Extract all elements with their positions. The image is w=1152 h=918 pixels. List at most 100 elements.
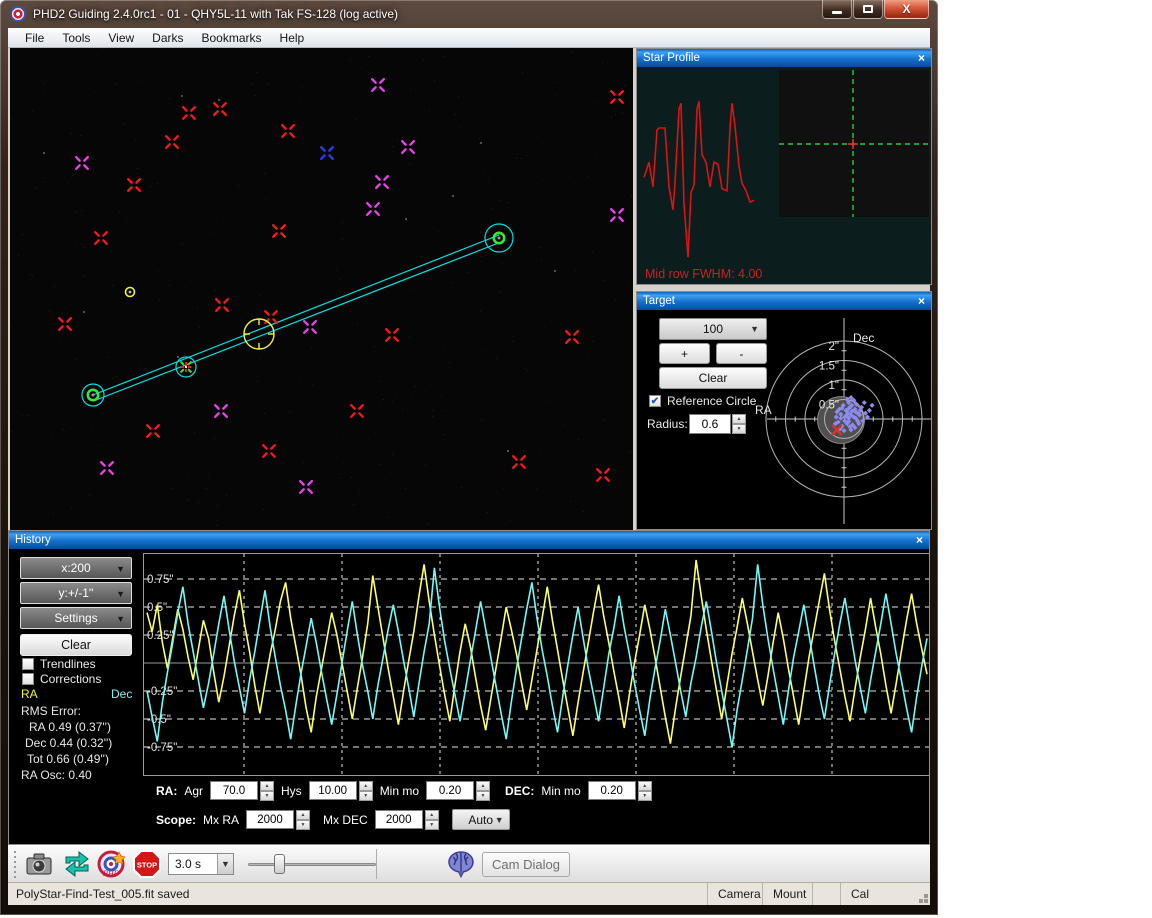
titlebar[interactable]: PHD2 Guiding 2.4.0rc1 - 01 - QHY5L-11 wi… <box>0 0 938 28</box>
corrections-checkbox[interactable] <box>22 673 34 685</box>
reference-circle-checkbox-row[interactable]: ✔ Reference Circle <box>649 394 756 408</box>
history-clear-button[interactable]: Clear <box>20 634 132 656</box>
star-marker[interactable] <box>611 91 623 103</box>
toolbar-grip[interactable] <box>14 851 16 878</box>
radius-spinner[interactable]: ▲▼ <box>732 414 746 434</box>
mxra-spinner[interactable]: ▲▼ <box>296 810 310 829</box>
cam-dialog-button[interactable]: Cam Dialog <box>482 852 570 877</box>
chevron-down-icon[interactable]: ▼ <box>217 854 233 874</box>
star-marker[interactable] <box>376 176 388 188</box>
ra-minmo-input[interactable] <box>426 781 474 800</box>
ra-minmo-spinner[interactable]: ▲▼ <box>476 781 490 800</box>
star-marker[interactable] <box>216 299 228 311</box>
target-zoom-dropdown[interactable]: 100 ▼ <box>659 318 767 340</box>
history-titlebar[interactable]: History × <box>9 531 929 549</box>
small-star-ring[interactable] <box>126 288 135 297</box>
gamma-slider[interactable] <box>248 854 376 874</box>
guide-icon[interactable]: PHD <box>96 849 126 879</box>
dec-mode-dropdown[interactable]: Auto ▼ <box>452 809 510 830</box>
star-marker[interactable] <box>611 209 623 221</box>
loop-exposures-icon[interactable] <box>62 849 92 879</box>
star-profile-titlebar[interactable]: Star Profile × <box>637 49 931 67</box>
minimize-icon <box>832 11 842 14</box>
corrections-checkbox-row[interactable]: Corrections <box>22 672 101 686</box>
client-area: Star Profile × Mid row FWHM: 4.00 Target… <box>8 48 930 905</box>
star-marker[interactable] <box>166 136 178 148</box>
hysteresis-input[interactable] <box>309 781 357 800</box>
star-marker[interactable] <box>282 125 294 137</box>
trendlines-checkbox-row[interactable]: Trendlines <box>22 657 96 671</box>
star-marker[interactable] <box>402 141 414 153</box>
star-marker[interactable] <box>566 331 578 343</box>
dec-minmo-input[interactable] <box>588 781 636 800</box>
history-settings-dropdown[interactable]: Settings▼ <box>20 607 132 629</box>
star-marker[interactable] <box>351 405 363 417</box>
star-marker[interactable] <box>59 318 71 330</box>
guide-star-marker[interactable] <box>82 384 104 406</box>
star-profile-content: Mid row FWHM: 4.00 <box>637 67 931 284</box>
menu-item-bookmarks[interactable]: Bookmarks <box>193 31 271 45</box>
spin-down-icon[interactable]: ▼ <box>732 424 746 434</box>
guide-star-marker[interactable] <box>485 224 513 252</box>
aggression-input[interactable] <box>210 781 258 800</box>
star-marker[interactable] <box>513 456 525 468</box>
target-zoom-out-button[interactable]: - <box>716 343 767 364</box>
mxdec-spinner[interactable]: ▲▼ <box>425 810 439 829</box>
slider-track[interactable] <box>248 863 376 866</box>
star-marker[interactable] <box>183 107 195 119</box>
toolbar-separator <box>376 849 377 879</box>
resize-grip-icon[interactable] <box>924 899 928 903</box>
menu-item-file[interactable]: File <box>16 31 53 45</box>
star-marker[interactable] <box>263 445 275 457</box>
history-xscale-dropdown[interactable]: x:200▼ <box>20 557 132 579</box>
star-marker[interactable] <box>147 425 159 437</box>
star-marker[interactable] <box>95 232 107 244</box>
stop-icon[interactable]: STOP <box>132 849 162 879</box>
close-button[interactable]: X <box>884 0 929 19</box>
spin-up-icon[interactable]: ▲ <box>732 414 746 424</box>
rms-error-heading: RMS Error: <box>21 704 81 718</box>
mxdec-input[interactable] <box>375 810 423 829</box>
history-close-icon[interactable]: × <box>916 534 923 546</box>
history-yscale-dropdown[interactable]: y:+/-1''▼ <box>20 582 132 604</box>
target-clear-button[interactable]: Clear <box>659 367 767 389</box>
star-profile-close-icon[interactable]: × <box>918 52 925 64</box>
star-marker[interactable] <box>386 329 398 341</box>
star-marker[interactable] <box>304 321 316 333</box>
reference-circle-checkbox[interactable]: ✔ <box>649 395 661 407</box>
menu-item-tools[interactable]: Tools <box>53 31 99 45</box>
star-field-canvas[interactable] <box>10 48 633 530</box>
star-marker[interactable] <box>372 79 384 91</box>
status-camera: Camera <box>707 883 762 905</box>
star-marker[interactable] <box>300 481 312 493</box>
star-marker[interactable] <box>101 462 113 474</box>
menu-item-darks[interactable]: Darks <box>143 31 192 45</box>
star-marker[interactable] <box>367 203 379 215</box>
brain-icon[interactable] <box>446 849 476 879</box>
star-marker[interactable] <box>76 157 88 169</box>
maximize-button[interactable] <box>853 0 883 19</box>
rms-tot-value: Tot 0.66 (0.49'') <box>27 752 109 766</box>
camera-icon[interactable] <box>24 849 54 879</box>
scope-label: Scope: <box>156 813 196 827</box>
hysteresis-spinner[interactable]: ▲▼ <box>359 781 373 800</box>
target-zoom-in-button[interactable]: + <box>659 343 710 364</box>
aggression-spinner[interactable]: ▲▼ <box>260 781 274 800</box>
star-field-view[interactable] <box>10 48 633 530</box>
target-titlebar[interactable]: Target × <box>637 292 931 310</box>
star-marker[interactable] <box>597 469 609 481</box>
exposure-dropdown[interactable]: 3.0 s ▼ <box>168 853 234 875</box>
star-marker[interactable] <box>128 179 140 191</box>
slider-thumb[interactable] <box>274 854 285 874</box>
target-close-icon[interactable]: × <box>918 295 925 307</box>
menu-item-help[interactable]: Help <box>271 31 314 45</box>
radius-input[interactable] <box>689 414 731 434</box>
trendlines-checkbox[interactable] <box>22 658 34 670</box>
mxra-input[interactable] <box>246 810 294 829</box>
ra-minmo-label: Min mo <box>380 784 419 798</box>
minimize-button[interactable] <box>822 0 852 19</box>
menu-item-view[interactable]: View <box>99 31 143 45</box>
dec-minmo-spinner[interactable]: ▲▼ <box>638 781 652 800</box>
star-marker[interactable] <box>321 147 333 159</box>
star-marker[interactable] <box>215 405 227 417</box>
